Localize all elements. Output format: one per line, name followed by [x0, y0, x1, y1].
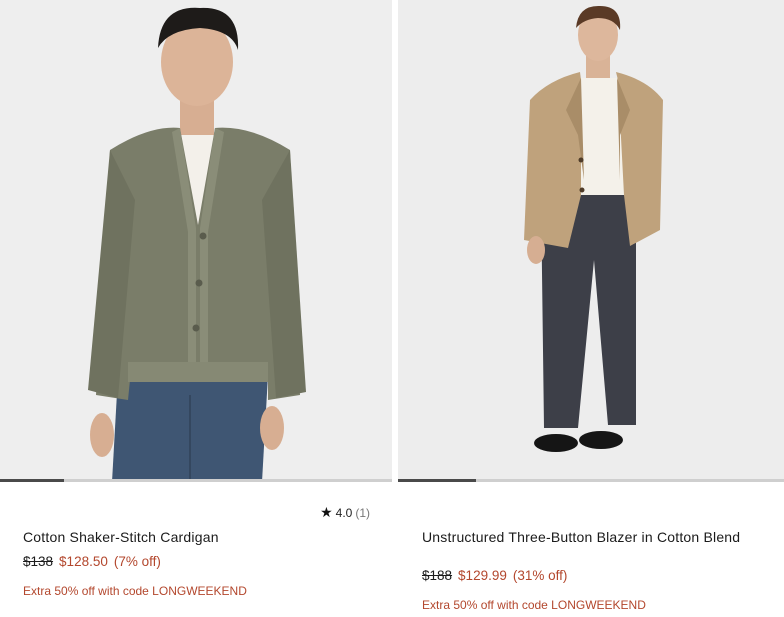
- product-price: $138 $128.50 (7% off): [23, 554, 161, 569]
- promo-text: Extra 50% off with code LONGWEEKEND: [422, 598, 646, 612]
- star-icon: ★: [320, 504, 333, 520]
- original-price: $188: [422, 568, 453, 583]
- promo-text: Extra 50% off with code LONGWEEKEND: [23, 584, 247, 598]
- product-title[interactable]: Unstructured Three-Button Blazer in Cott…: [422, 530, 752, 544]
- discount-percent: (31% off): [512, 568, 568, 583]
- rating-value: 4.0: [335, 505, 353, 520]
- cardigan-model-photo: [0, 0, 392, 482]
- sale-price: $128.50: [59, 554, 108, 569]
- product-image[interactable]: [398, 0, 784, 482]
- carousel-progress-fill: [0, 479, 64, 482]
- product-image[interactable]: [0, 0, 392, 482]
- carousel-progress-fill: [398, 479, 476, 482]
- image-carousel-progress: [0, 479, 392, 482]
- original-price: $138: [23, 554, 54, 569]
- review-count[interactable]: (1): [355, 506, 370, 520]
- image-carousel-progress: [398, 479, 784, 482]
- product-title[interactable]: Cotton Shaker-Stitch Cardigan: [23, 530, 383, 544]
- sale-price: $129.99: [458, 568, 507, 583]
- product-card[interactable]: Unstructured Three-Button Blazer in Cott…: [398, 0, 784, 612]
- product-card[interactable]: ★ 4.0 (1) Cotton Shaker-Stitch Cardigan …: [0, 0, 392, 598]
- discount-percent: (7% off): [113, 554, 161, 569]
- product-price: $188 $129.99 (31% off): [422, 568, 567, 583]
- product-rating: ★ 4.0 (1): [320, 504, 370, 521]
- blazer-model-photo: [398, 0, 784, 482]
